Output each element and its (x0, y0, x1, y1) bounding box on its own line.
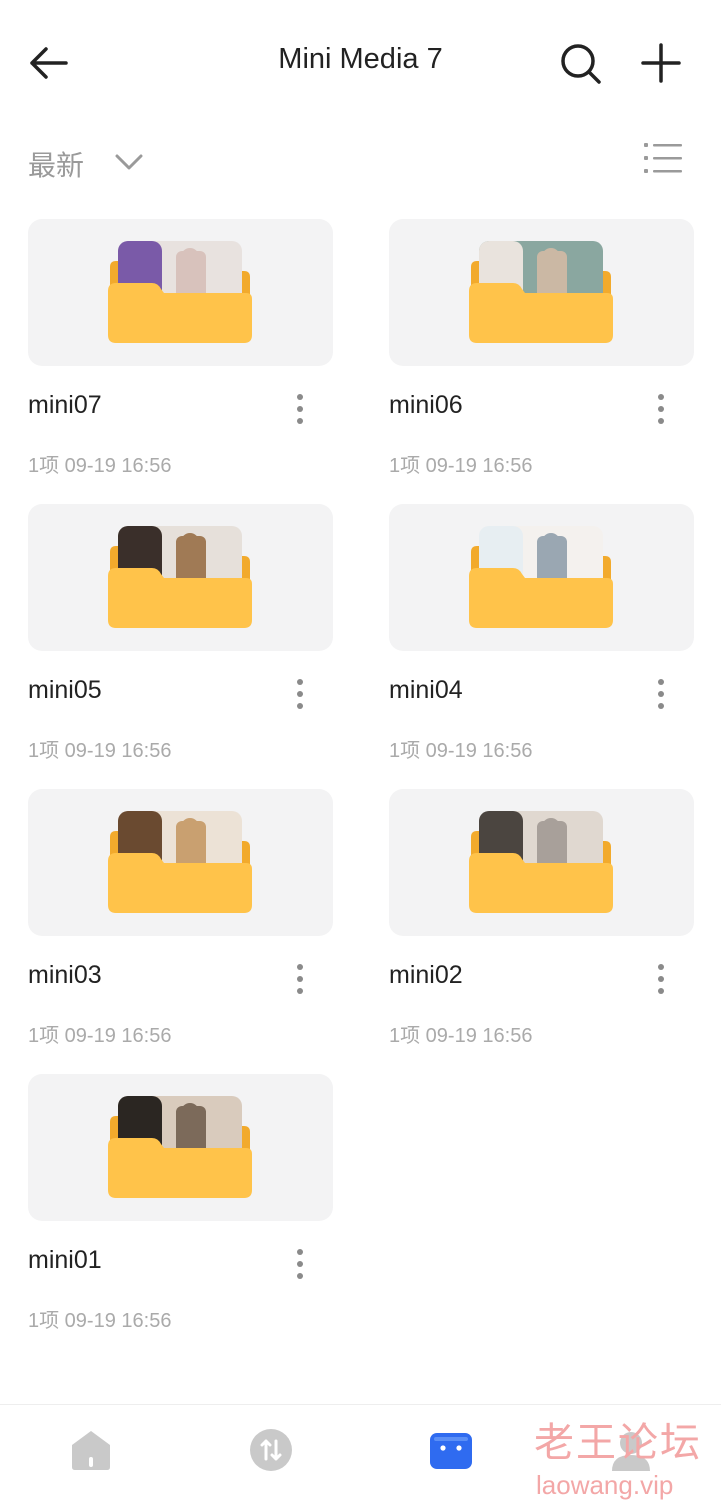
folder-name: mini01 (28, 1246, 102, 1274)
list-view-icon[interactable] (644, 140, 682, 176)
folder-card[interactable]: mini04 1项 09-19 16:56 (389, 504, 694, 762)
folder-icon (108, 241, 252, 343)
home-icon[interactable] (68, 1427, 114, 1473)
folder-meta: 1项 09-19 16:56 (28, 1025, 172, 1047)
more-options-icon[interactable] (294, 393, 306, 425)
folder-meta: 1项 09-19 16:56 (389, 1025, 533, 1047)
folder-card[interactable]: mini01 1项 09-19 16:56 (28, 1074, 333, 1332)
transfer-icon[interactable] (248, 1427, 294, 1473)
folder-meta: 1项 09-19 16:56 (28, 455, 172, 477)
more-options-icon[interactable] (294, 678, 306, 710)
folder-icon (108, 1096, 252, 1198)
more-options-icon[interactable] (655, 963, 667, 995)
more-options-icon[interactable] (655, 678, 667, 710)
folder-meta: 1项 09-19 16:56 (28, 740, 172, 762)
folder-icon (469, 811, 613, 913)
folder-thumbnail[interactable] (28, 789, 333, 936)
folder-thumbnail[interactable] (389, 504, 694, 651)
folder-icon (469, 526, 613, 628)
folder-meta: 1项 09-19 16:56 (389, 455, 533, 477)
watermark: 老王论坛 laowang.vip (534, 1410, 704, 1501)
chevron-down-icon[interactable] (114, 152, 144, 172)
search-icon[interactable] (559, 42, 603, 86)
folder-name: mini04 (389, 676, 463, 704)
folder-card[interactable]: mini03 1项 09-19 16:56 (28, 789, 333, 1047)
page-title: Mini Media 7 (278, 43, 443, 75)
folder-icon (108, 526, 252, 628)
more-options-icon[interactable] (655, 393, 667, 425)
folder-card[interactable]: mini02 1项 09-19 16:56 (389, 789, 694, 1047)
folder-name: mini02 (389, 961, 463, 989)
folder-thumbnail[interactable] (389, 219, 694, 366)
folder-card[interactable]: mini05 1项 09-19 16:56 (28, 504, 333, 762)
folder-thumbnail[interactable] (28, 504, 333, 651)
folder-name: mini06 (389, 391, 463, 419)
sort-row: 最新 (0, 130, 721, 190)
more-options-icon[interactable] (294, 1248, 306, 1280)
watermark-cn: 老王论坛 (534, 1421, 702, 1465)
folder-icon (469, 241, 613, 343)
more-options-icon[interactable] (294, 963, 306, 995)
folder-card[interactable]: mini07 1项 09-19 16:56 (28, 219, 333, 477)
folder-name: mini05 (28, 676, 102, 704)
top-bar: Mini Media 7 (0, 0, 721, 125)
folder-icon (108, 811, 252, 913)
folder-thumbnail[interactable] (389, 789, 694, 936)
folder-thumbnail[interactable] (28, 1074, 333, 1221)
folder-name: mini03 (28, 961, 102, 989)
watermark-url: laowang.vip (536, 1470, 674, 1500)
folder-card[interactable]: mini06 1项 09-19 16:56 (389, 219, 694, 477)
add-icon[interactable] (640, 42, 682, 84)
folder-thumbnail[interactable] (28, 219, 333, 366)
files-icon[interactable] (428, 1427, 474, 1473)
folder-name: mini07 (28, 391, 102, 419)
folder-meta: 1项 09-19 16:56 (389, 740, 533, 762)
sort-dropdown-label[interactable]: 最新 (28, 144, 84, 184)
folder-meta: 1项 09-19 16:56 (28, 1310, 172, 1332)
